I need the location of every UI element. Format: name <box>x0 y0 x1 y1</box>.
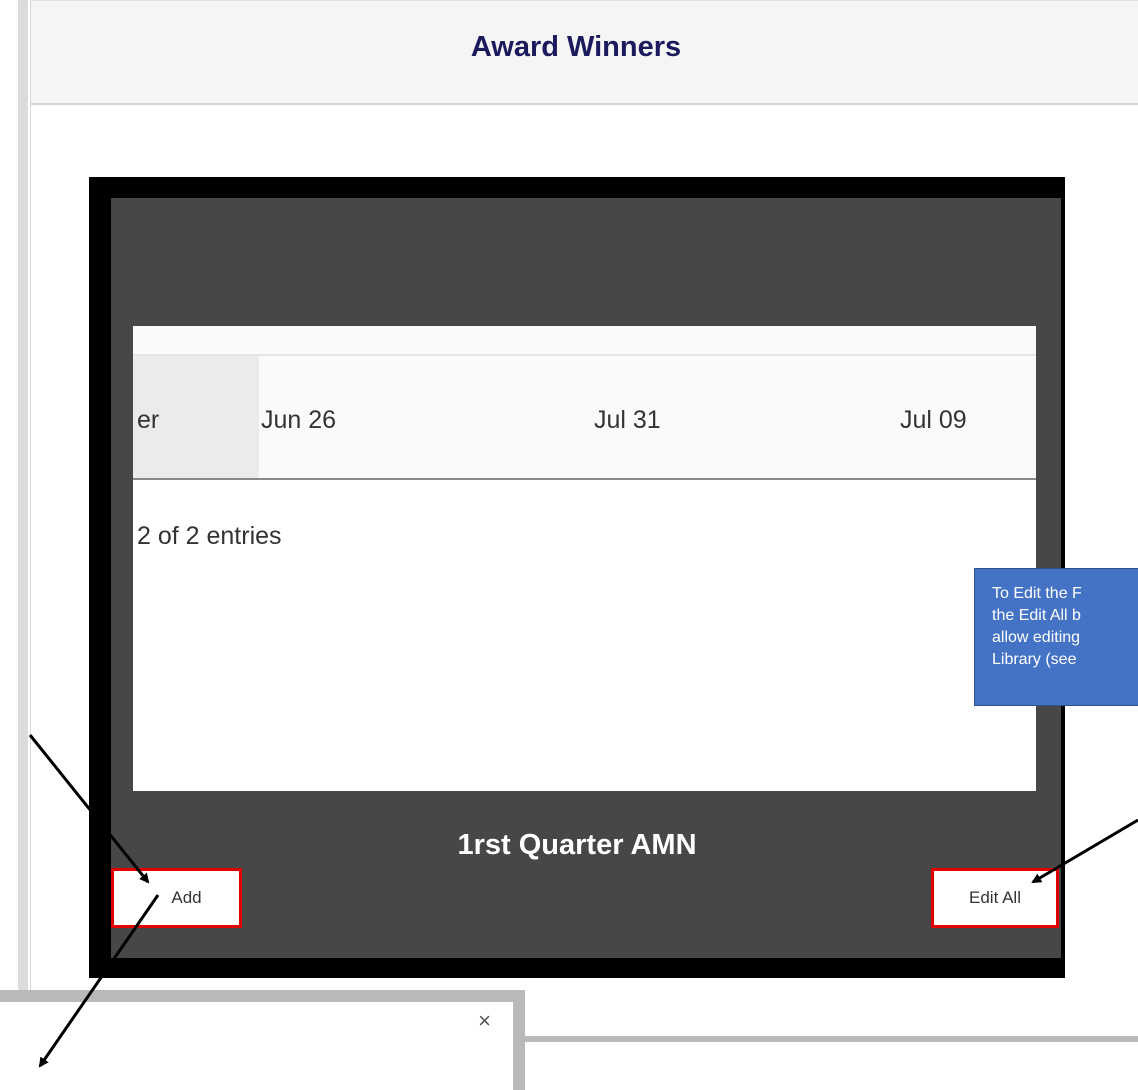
table-header-cell[interactable]: Jul 09 <box>900 406 967 435</box>
edit-all-button[interactable]: Edit All <box>931 868 1059 928</box>
table-header-cell[interactable]: er <box>137 406 159 435</box>
close-icon[interactable]: × <box>478 1010 491 1032</box>
entries-count: 2 of 2 entries <box>137 522 282 550</box>
divider <box>520 1036 1138 1042</box>
callout-line: Library (see <box>992 651 1077 668</box>
panel-header: Award Winners <box>31 0 1138 105</box>
table-toolbar <box>133 326 1036 356</box>
callout-line: the Edit All b <box>992 607 1081 624</box>
callout-line: allow editing <box>992 629 1081 646</box>
table-header-cell[interactable]: Jul 31 <box>594 406 661 435</box>
instruction-callout: To Edit the F the Edit All b allow editi… <box>974 568 1138 706</box>
add-button[interactable]: Add <box>111 868 242 928</box>
left-divider <box>18 0 28 1072</box>
table-header-cell[interactable]: Jun 26 <box>261 406 336 435</box>
card-title: 1rst Quarter AMN <box>457 829 697 861</box>
callout-line: To Edit the F <box>992 585 1082 602</box>
panel-title: Award Winners <box>470 31 682 63</box>
add-dialog: × <box>0 990 525 1090</box>
entries-table: er Jun 26 Jul 31 Jul 09 2 of 2 entries <box>133 326 1036 791</box>
table-header-row: er Jun 26 Jul 31 Jul 09 <box>133 356 1036 480</box>
